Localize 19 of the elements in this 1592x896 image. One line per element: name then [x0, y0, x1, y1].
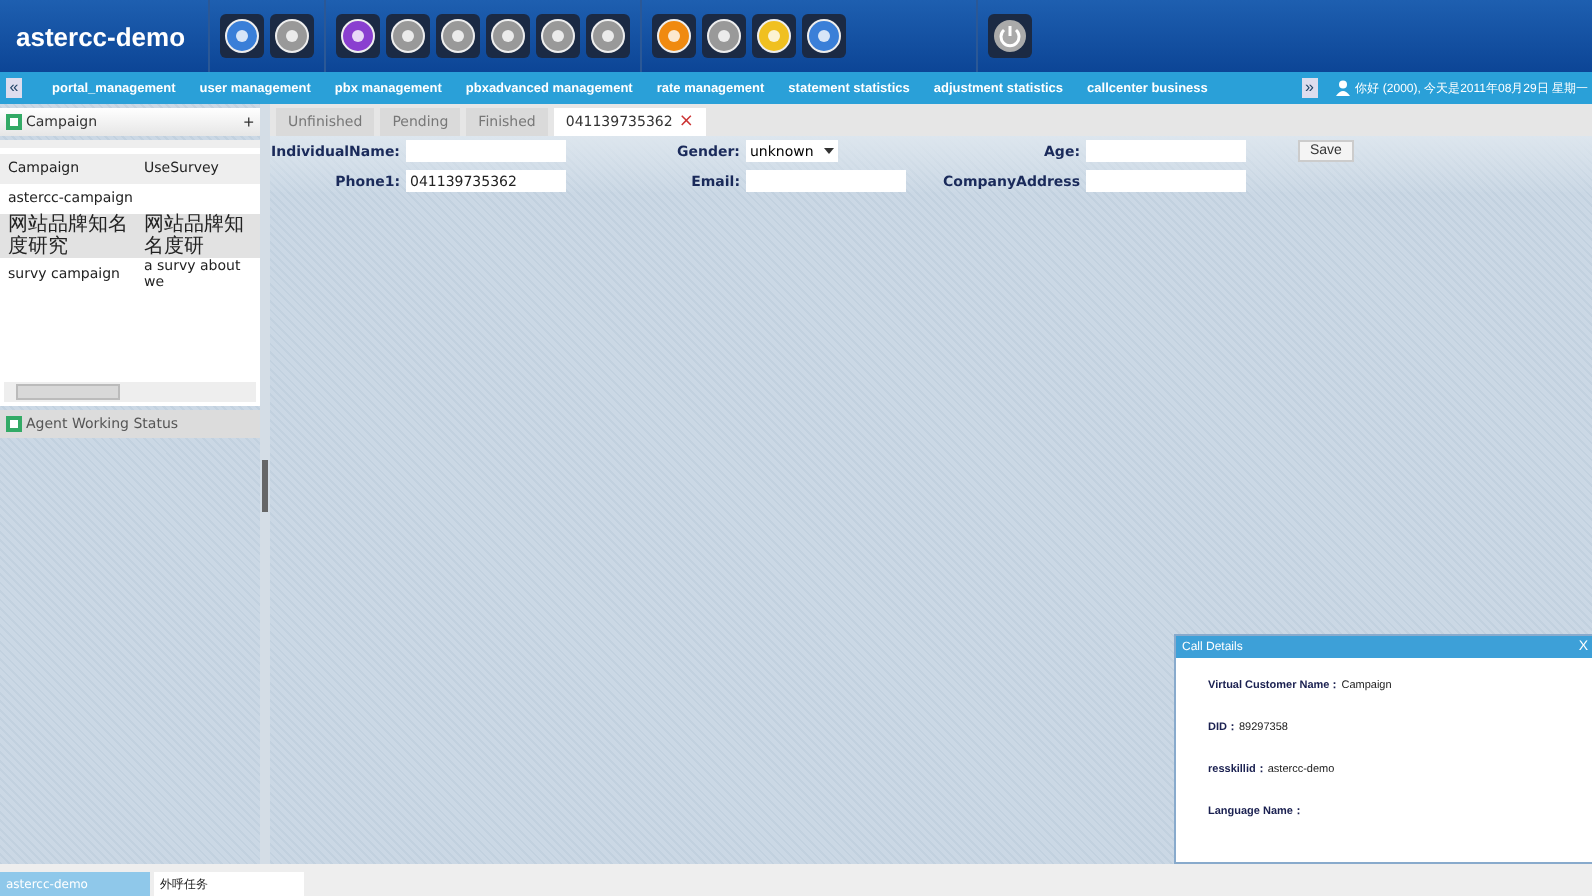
- panel-icon: [6, 114, 22, 130]
- input-field[interactable]: [1086, 170, 1246, 192]
- close-icon[interactable]: ×: [678, 112, 694, 132]
- expand-button[interactable]: »: [1301, 78, 1318, 98]
- panel-icon: [6, 416, 22, 432]
- horizontal-scrollbar[interactable]: [4, 382, 256, 402]
- input-field[interactable]: [1086, 140, 1246, 162]
- user-icon: [1335, 80, 1350, 96]
- power-icon[interactable]: [988, 14, 1032, 58]
- table-cell-text: 网站品牌知名度研究: [6, 214, 130, 258]
- table-row[interactable]: 网站品牌知名度研究 网站品牌知名度研: [0, 214, 260, 258]
- collapse-button[interactable]: «: [6, 78, 22, 98]
- input-field[interactable]: [406, 140, 566, 162]
- caret-icon: [824, 148, 834, 154]
- input-field[interactable]: [746, 170, 906, 192]
- app-title: astercc-demo: [14, 21, 188, 51]
- add-button[interactable]: +: [243, 112, 254, 132]
- table-cell-text: 网站品牌知名度研: [142, 214, 246, 258]
- splitter[interactable]: [260, 104, 270, 864]
